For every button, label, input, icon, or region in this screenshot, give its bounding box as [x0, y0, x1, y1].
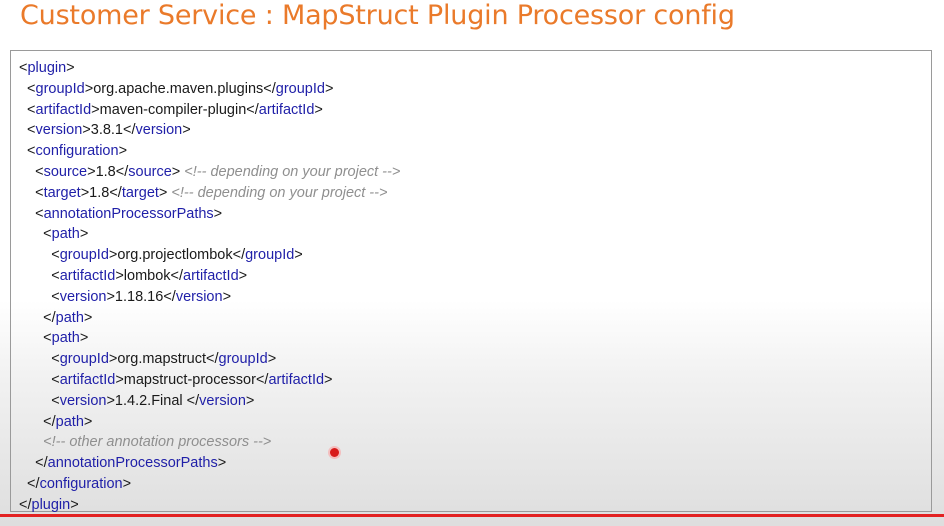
- xml-tag: path: [51, 330, 80, 347]
- code-line: <!-- other annotation processors -->: [19, 432, 400, 453]
- xml-value: 1.18.16: [114, 288, 164, 305]
- code-line: </configuration>: [19, 475, 132, 492]
- code-line: </path>: [19, 309, 93, 326]
- xml-tag: path: [55, 413, 84, 430]
- video-progress-bar[interactable]: [0, 514, 944, 517]
- xml-tag: version: [59, 392, 107, 409]
- xml-value: org.apache.maven.plugins: [93, 80, 264, 97]
- xml-tag: version: [135, 122, 183, 139]
- xml-tag: path: [55, 309, 84, 326]
- xml-value: mapstruct-processor: [123, 371, 256, 388]
- xml-tag: groupId: [59, 351, 109, 368]
- xml-tag: plugin: [31, 496, 71, 513]
- xml-tag: artifactId: [258, 101, 315, 118]
- xml-tag: configuration: [39, 475, 123, 492]
- xml-value: maven-compiler-plugin: [99, 101, 247, 118]
- code-line: <plugin>: [19, 60, 75, 76]
- xml-value: lombok: [123, 267, 171, 284]
- code-line: <groupId>org.apache.maven.plugins</group…: [19, 80, 334, 97]
- code-line: <path>: [19, 330, 89, 347]
- xml-value: 1.8: [89, 184, 110, 201]
- code-line: <configuration>: [19, 143, 128, 160]
- xml-value: org.mapstruct: [117, 351, 207, 368]
- code-block: <plugin> <groupId>org.apache.maven.plugi…: [10, 50, 932, 513]
- xml-tag: artifactId: [35, 101, 92, 118]
- xml-tag: groupId: [59, 247, 109, 264]
- xml-tag: configuration: [35, 143, 119, 160]
- xml-value: 3.8.1: [90, 122, 123, 139]
- code-line: <source>1.8</source> <!-- depending on y…: [19, 163, 401, 180]
- code-line: <annotationProcessorPaths>: [19, 205, 223, 222]
- xml-value: 1.8: [95, 163, 116, 180]
- xml-tag: version: [35, 122, 83, 139]
- xml-tag: source: [43, 163, 88, 180]
- code-line: <target>1.8</target> <!-- depending on y…: [19, 184, 388, 201]
- xml-tag: plugin: [27, 60, 67, 76]
- xml-tag: artifactId: [268, 371, 325, 388]
- xml-tag: path: [51, 226, 80, 243]
- xml-tag: groupId: [35, 80, 85, 97]
- xml-tag: annotationProcessorPaths: [47, 455, 218, 472]
- xml-comment: <!-- depending on your project -->: [184, 163, 401, 180]
- xml-tag: annotationProcessorPaths: [43, 205, 214, 222]
- code-line: <artifactId>mapstruct-processor</artifac…: [19, 371, 333, 388]
- code-line: <path>: [19, 226, 89, 243]
- code-line: </annotationProcessorPaths>: [19, 455, 227, 472]
- xml-code: <plugin> <groupId>org.apache.maven.plugi…: [19, 58, 400, 516]
- code-line: <artifactId>lombok</artifactId>: [19, 267, 248, 284]
- xml-comment: <!-- other annotation processors -->: [43, 434, 272, 451]
- xml-tag: artifactId: [59, 371, 116, 388]
- xml-tag: version: [59, 288, 107, 305]
- xml-tag: artifactId: [183, 267, 239, 284]
- xml-tag: groupId: [275, 80, 325, 97]
- code-line: </path>: [19, 413, 93, 430]
- xml-comment: <!-- depending on your project -->: [171, 184, 388, 201]
- code-line: <version>1.4.2.Final </version>: [19, 392, 255, 409]
- xml-tag: groupId: [218, 351, 268, 368]
- code-line: <artifactId>maven-compiler-plugin</artif…: [19, 101, 323, 118]
- xml-tag: groupId: [245, 247, 295, 264]
- xml-value: org.projectlombok: [117, 247, 233, 264]
- pointer-cursor-icon: [330, 448, 339, 457]
- slide-title: Customer Service : MapStruct Plugin Proc…: [20, 0, 735, 31]
- xml-value: 1.4.2.Final: [114, 392, 187, 409]
- xml-tag: source: [128, 163, 172, 180]
- code-line: </plugin>: [19, 496, 79, 513]
- xml-tag: artifactId: [59, 267, 116, 284]
- xml-tag: target: [121, 184, 159, 201]
- code-line: <groupId>org.projectlombok</groupId>: [19, 247, 303, 264]
- xml-tag: version: [175, 288, 223, 305]
- code-line: <version>3.8.1</version>: [19, 122, 191, 139]
- xml-tag: version: [199, 392, 246, 409]
- code-line: <groupId>org.mapstruct</groupId>: [19, 351, 277, 368]
- code-line: <version>1.18.16</version>: [19, 288, 232, 305]
- xml-tag: target: [43, 184, 81, 201]
